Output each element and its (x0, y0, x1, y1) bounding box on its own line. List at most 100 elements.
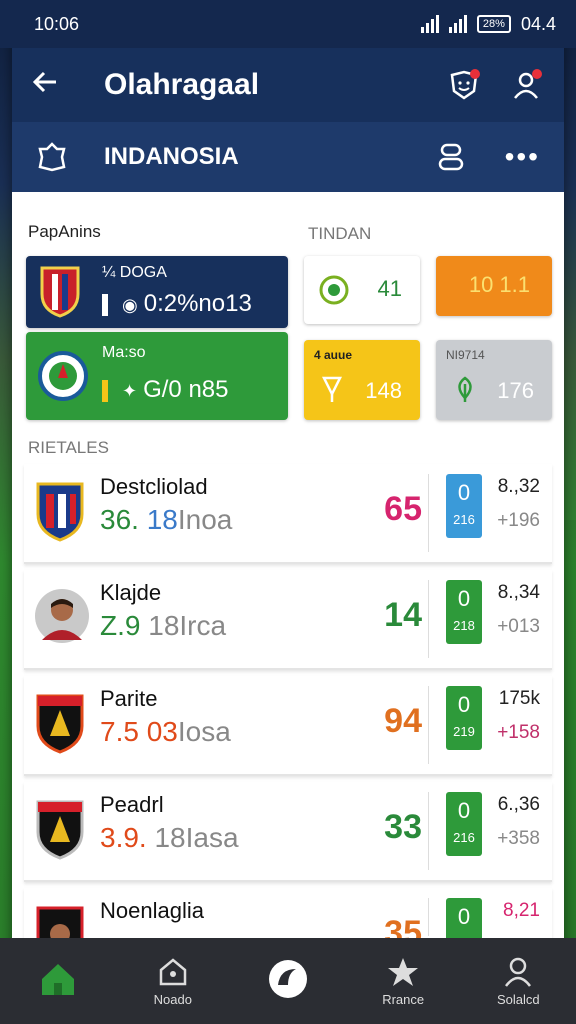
notification-dot (470, 69, 480, 79)
badge-bottom: 216 (453, 512, 475, 527)
app-header: Olahragaal (12, 48, 564, 122)
account-dot (532, 69, 542, 79)
stat-tile-1-value: 41 (377, 276, 402, 301)
match-info-c: Irca (179, 610, 227, 641)
row-divider (428, 686, 429, 764)
stat-tile-4-value: 176 (497, 378, 534, 403)
match-info-b: 03 (146, 716, 178, 747)
filter-icon[interactable] (437, 142, 465, 172)
match-info-a: 7.5 (100, 716, 139, 747)
odd-secondary: +196 (497, 510, 540, 531)
match-score: 14 (384, 596, 422, 634)
status-time: 10:06 (34, 13, 80, 34)
team-tile-1[interactable]: ¼ DOGA ◉ 0:2%no13 (26, 256, 288, 328)
section-label-list: RIETALES (28, 438, 109, 457)
badge-top: 0 (457, 586, 471, 611)
ball-icon (268, 960, 307, 998)
avatar (35, 589, 89, 643)
match-score: 94 (384, 702, 422, 740)
league-shield-icon (38, 142, 66, 172)
badge-bottom: 219 (453, 724, 475, 739)
team-name: Klajde (100, 580, 162, 605)
profile-icon (505, 957, 532, 987)
stat-tile-2[interactable]: 10 1.1 (436, 256, 552, 316)
leaf-icon (458, 376, 472, 402)
row-divider (428, 474, 429, 552)
row-divider (428, 898, 429, 936)
team-name: Destcliolad (100, 474, 208, 499)
team-name: Peadrl (100, 792, 164, 817)
badge-top: 0 (457, 480, 471, 505)
match-info-a: 3.9. (100, 822, 147, 853)
match-score: 65 (384, 490, 422, 528)
back-arrow-icon[interactable] (30, 67, 90, 103)
match-info-a: 36. (100, 504, 139, 535)
league-header: INDANOSIA ••• (12, 122, 564, 192)
row-divider (428, 792, 429, 870)
nav-ball[interactable] (238, 957, 338, 1005)
odd-secondary: +158 (497, 722, 540, 743)
stat-tile-3-label: 4 auue (314, 348, 353, 362)
marker-bar (102, 379, 108, 402)
team-tile-1-line2: 0:2%no13 (143, 290, 252, 317)
match-info-c: Iosa (177, 716, 231, 747)
team-tile-1-line1: ¼ DOGA (102, 264, 167, 281)
status-badge[interactable]: 0 216 (446, 474, 482, 538)
match-info-a: Z.9 (100, 610, 141, 641)
match-row[interactable]: Destcliolad 36. 18Inoa 65 0 216 8.,32 +19… (24, 464, 552, 564)
match-info-b: 18 (148, 610, 180, 641)
nav-rank[interactable]: Rrance (353, 956, 453, 1007)
team-crest-icon (36, 800, 84, 860)
nav-stadium-label: Noado (153, 991, 192, 1007)
match-row[interactable]: Parite 7.5 03Iosa 94 0 219 175k +158 (24, 676, 552, 776)
team-crest-icon (38, 351, 88, 401)
odd-primary: 8,21 (503, 900, 540, 921)
marker-bar (102, 293, 108, 316)
status-badge[interactable]: 0 218 (446, 580, 482, 644)
badge-top: 0 (457, 798, 471, 823)
status-badge[interactable]: 0 219 (446, 686, 482, 750)
nav-home[interactable] (8, 959, 108, 1003)
status-right-text: 04.4 (520, 13, 556, 34)
team-crest-icon (36, 694, 84, 754)
odd-primary: 175k (498, 688, 540, 709)
wifi-signal-icon (448, 15, 467, 33)
target-icon (319, 275, 349, 305)
status-bar: 10:06 28% 04.4 (0, 0, 576, 48)
odd-secondary: +013 (497, 616, 540, 637)
status-badge[interactable]: 0 216 (446, 792, 482, 856)
team-tile-2-line2: G/0 n85 (143, 376, 229, 403)
stat-tile-2-value: 10 1.1 (468, 272, 530, 297)
league-title: INDANOSIA (104, 143, 239, 170)
home-icon (41, 964, 74, 995)
team-tile-2-line1: Ma:so (102, 344, 146, 361)
match-info-c: Iasa (185, 822, 239, 853)
more-options-icon[interactable]: ••• (505, 141, 540, 173)
page-title: Olahragaal (104, 68, 260, 101)
stat-tile-4[interactable]: NI9714 176 (436, 340, 552, 420)
team-name: Noenlaglia (100, 898, 204, 923)
account-button[interactable] (506, 65, 546, 105)
match-row[interactable]: Peadrl 3.9. 18Iasa 33 0 216 6.,36 +358 (24, 782, 552, 882)
shirt-icon: ✦ (122, 381, 138, 401)
stadium-icon (159, 957, 187, 985)
team-crest-icon (40, 266, 80, 318)
stat-tile-3[interactable]: 4 auue 148 (304, 340, 420, 420)
odd-primary: 6.,36 (497, 794, 540, 815)
notification-button[interactable] (444, 65, 484, 105)
match-info: Z.9 18Irca (100, 610, 226, 642)
stat-tile-3-value: 148 (365, 378, 402, 403)
odd-primary: 8.,34 (497, 582, 540, 603)
nav-stadium[interactable]: Noado (123, 956, 223, 1007)
match-score: 33 (384, 808, 422, 846)
nav-profile[interactable]: Solalcd (468, 956, 568, 1007)
battery-icon: 28% (476, 15, 511, 33)
match-row[interactable]: Klajde Z.9 18Irca 14 0 218 8.,34 +013 (24, 570, 552, 670)
bottom-navigation: Noado Rrance Solalcd (0, 938, 576, 1024)
team-name: Parite (100, 686, 158, 711)
team-tile-2[interactable]: Ma:so ✦ G/0 n85 (26, 332, 288, 420)
nav-rank-label: Rrance (382, 991, 425, 1007)
section-label-right: TINDAN (308, 224, 372, 243)
stat-tile-1[interactable]: 41 (304, 256, 420, 324)
signal-icon (420, 15, 439, 33)
